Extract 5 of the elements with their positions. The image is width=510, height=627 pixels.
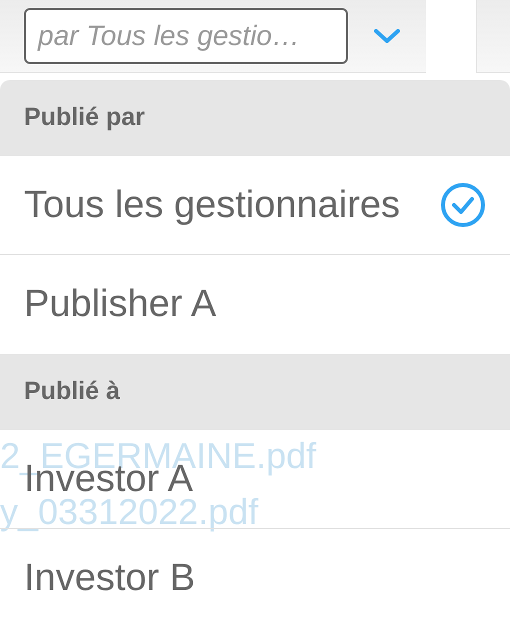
section-header: Publié par bbox=[0, 80, 510, 156]
section-header: Publié à bbox=[0, 354, 510, 430]
chevron-down-icon[interactable] bbox=[372, 26, 402, 46]
menu-item[interactable]: Publisher A bbox=[0, 255, 510, 354]
check-circle-icon bbox=[440, 182, 486, 228]
